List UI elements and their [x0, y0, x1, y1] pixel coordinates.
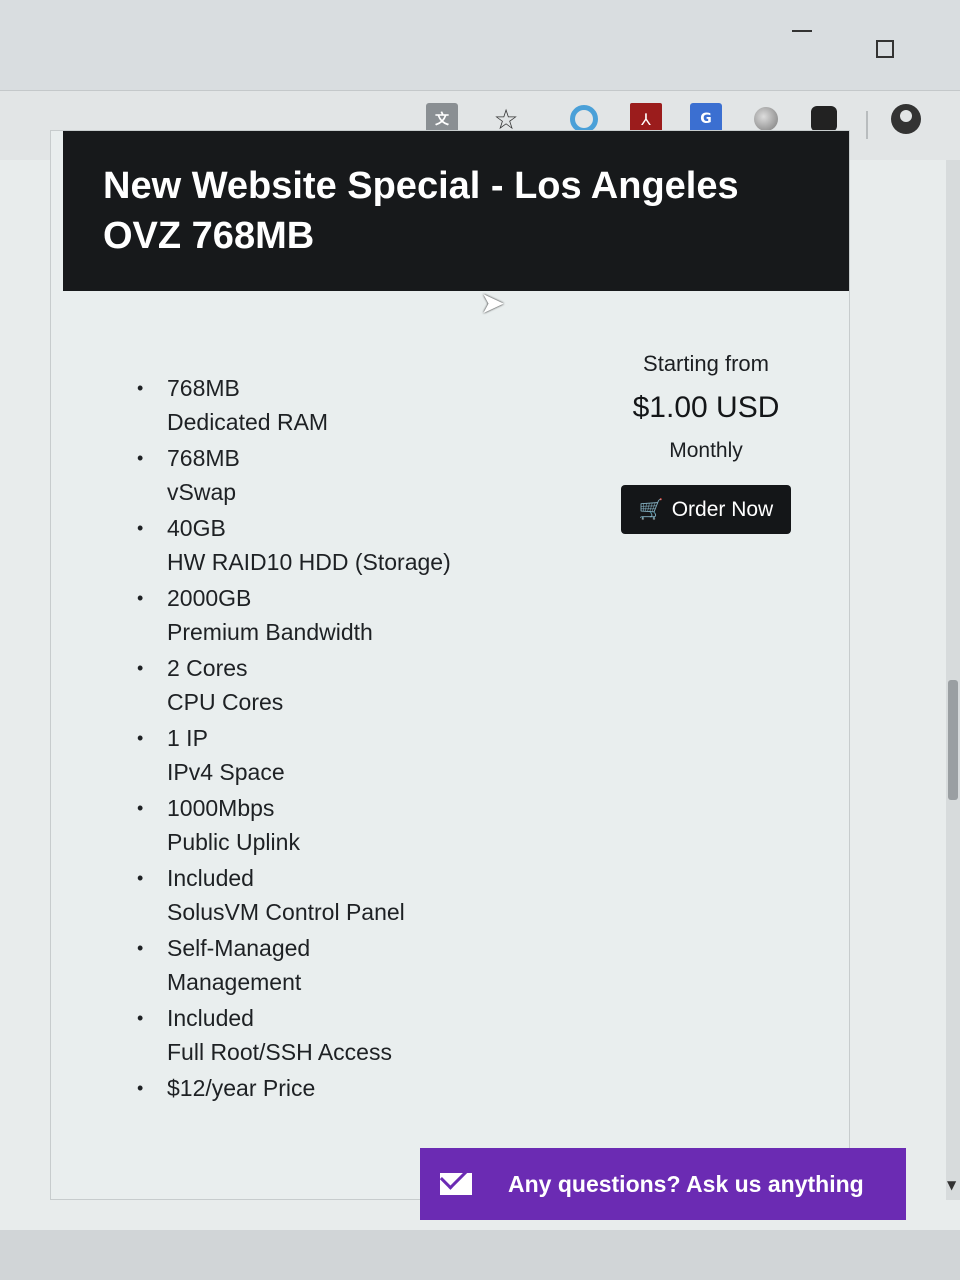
- feature-value: Included: [167, 1005, 254, 1031]
- feature-label: Full Root/SSH Access: [167, 1039, 392, 1065]
- price-prefix: Starting from: [643, 351, 769, 376]
- feature-value: Self-Managed: [167, 935, 311, 961]
- feature-item: Included SolusVM Control Panel: [137, 861, 567, 929]
- maximize-button[interactable]: [876, 40, 894, 58]
- toolbar-separator: [866, 111, 868, 139]
- feature-label: Dedicated RAM: [167, 409, 329, 435]
- feature-value: 2000GB: [167, 585, 252, 611]
- feature-item: $12/year Price: [137, 1071, 567, 1105]
- scrollbar-thumb[interactable]: [948, 680, 958, 800]
- feature-item: Self-Managed Management: [137, 931, 567, 999]
- feature-item: 1 IP IPv4 Space: [137, 721, 567, 789]
- feature-value: $12/year Price: [167, 1075, 316, 1101]
- mouse-cursor-icon: ➤: [480, 286, 506, 321]
- order-now-button[interactable]: 🛒 Order Now: [620, 485, 792, 534]
- feature-item: 1000Mbps Public Uplink: [137, 791, 567, 859]
- feature-label: SolusVM Control Panel: [167, 899, 405, 925]
- profile-icon[interactable]: [890, 103, 922, 135]
- feature-value: 768MB: [167, 445, 240, 471]
- feature-label: Premium Bandwidth: [167, 619, 373, 645]
- product-card: New Website Special - Los Angeles OVZ 76…: [50, 130, 850, 1200]
- feature-label: Public Uplink: [167, 829, 300, 855]
- pricing-panel: Starting from $1.00 USD Monthly 🛒 Order …: [611, 351, 801, 534]
- page-scrollbar[interactable]: ▼: [946, 160, 960, 1200]
- price-amount: $1.00 USD: [632, 391, 780, 424]
- feature-label: Management: [167, 969, 302, 995]
- order-now-label: Order Now: [671, 497, 774, 521]
- feature-value: Included: [167, 865, 254, 891]
- feature-label: HW RAID10 HDD (Storage): [167, 549, 451, 575]
- product-title: New Website Special - Los Angeles OVZ 76…: [103, 165, 739, 257]
- feature-value: 40GB: [167, 515, 226, 541]
- feature-value: 2 Cores: [167, 655, 248, 681]
- window-titlebar: [0, 0, 960, 90]
- feature-value: 1000Mbps: [167, 795, 275, 821]
- feature-label: IPv4 Space: [167, 759, 285, 785]
- mail-icon: [440, 1173, 472, 1195]
- feature-list: 768MB Dedicated RAM 768MB vSwap 40GB HW RAI…: [137, 371, 567, 1107]
- chat-label: Any questions? Ask us anything: [508, 1170, 864, 1197]
- chat-widget-button[interactable]: Any questions? Ask us anything: [420, 1148, 906, 1220]
- bottom-area: [0, 1230, 960, 1280]
- cart-icon: 🛒: [638, 499, 664, 521]
- feature-item: 768MB vSwap: [137, 441, 567, 509]
- feature-item: Included Full Root/SSH Access: [137, 1001, 567, 1069]
- minimize-button[interactable]: [792, 30, 812, 32]
- page-content: New Website Special - Los Angeles OVZ 76…: [0, 130, 960, 1280]
- feature-value: 1 IP: [167, 725, 208, 751]
- feature-value: 768MB: [167, 375, 240, 401]
- feature-label: vSwap: [167, 479, 237, 505]
- feature-label: CPU Cores: [167, 689, 284, 715]
- scroll-down-icon[interactable]: ▼: [947, 1178, 956, 1192]
- feature-item: 768MB Dedicated RAM: [137, 371, 567, 439]
- feature-item: 40GB HW RAID10 HDD (Storage): [137, 511, 567, 579]
- feature-item: 2 Cores CPU Cores: [137, 651, 567, 719]
- billing-cycle: Monthly: [669, 439, 743, 462]
- product-header: New Website Special - Los Angeles OVZ 76…: [63, 131, 849, 291]
- feature-item: 2000GB Premium Bandwidth: [137, 581, 567, 649]
